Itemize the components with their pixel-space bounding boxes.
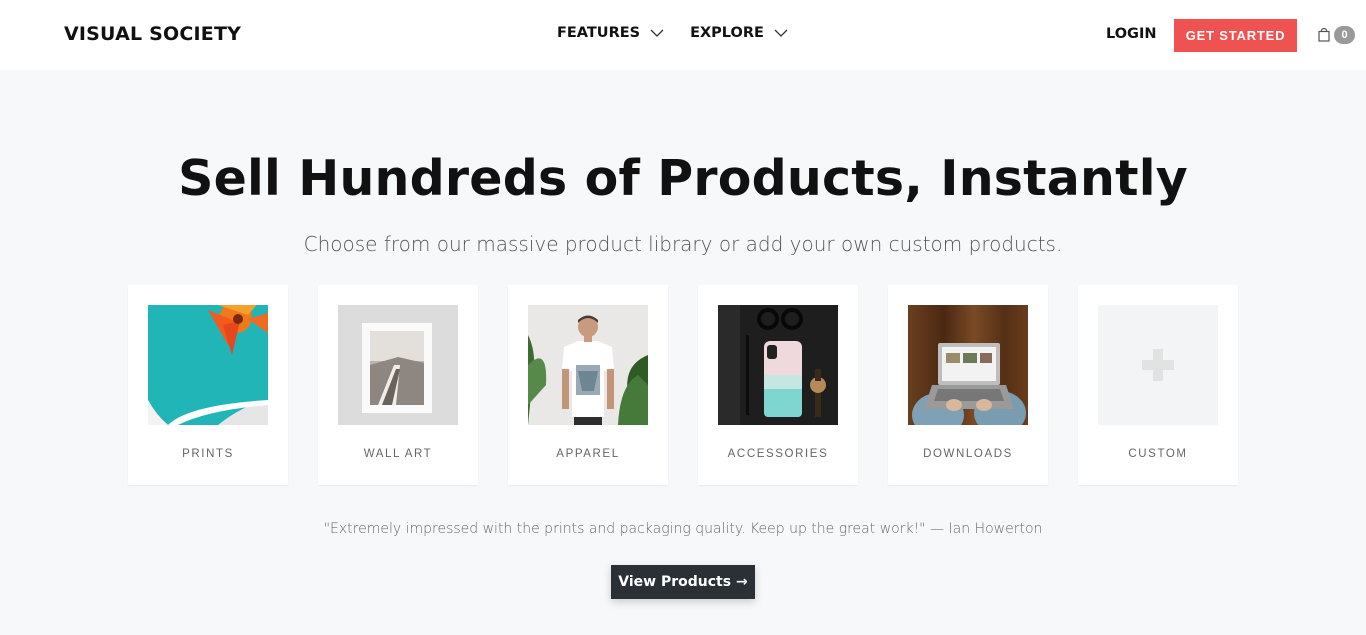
product-label: DOWNLOADS [923,448,1013,460]
chevron-down-icon [650,29,664,37]
login-link[interactable]: LOGIN [1106,26,1156,42]
wall-art-image [338,305,458,425]
product-card-wall-art[interactable]: WALL ART [318,285,478,485]
downloads-image [908,305,1028,425]
menu-features-label: FEATURES [557,25,641,41]
shopping-bag-icon [1318,28,1330,42]
product-label: PRINTS [182,448,234,460]
custom-placeholder [1098,305,1218,425]
menu-explore-label: EXPLORE [690,25,764,41]
hero-subtitle: Choose from our massive product library … [303,232,1063,256]
product-card-accessories[interactable]: ACCESSORIES [698,285,858,485]
view-products-button[interactable]: View Products → [611,565,755,599]
product-card-apparel[interactable]: APPAREL [508,285,668,485]
chevron-down-icon [774,29,788,37]
hero-title: Sell Hundreds of Products, Instantly [178,150,1188,207]
prints-image [148,305,268,425]
menu-features[interactable]: FEATURES [557,25,664,41]
product-card-prints[interactable]: PRINTS [128,285,288,485]
plus-icon [1142,349,1174,381]
brand-logo[interactable]: VISUAL SOCIETY [64,23,241,45]
apparel-image [528,305,648,425]
testimonial-quote: "Extremely impressed with the prints and… [323,521,1043,537]
cart-count-badge: 0 [1334,26,1355,44]
product-card-custom[interactable]: CUSTOM [1078,285,1238,485]
cart-button[interactable]: 0 [1318,26,1355,44]
get-started-button[interactable]: GET STARTED [1174,19,1297,52]
product-label: CUSTOM [1128,448,1188,460]
product-categories: PRINTS WALL ART APPAREL ACCESSORIES DOWN… [128,285,1238,485]
menu-explore[interactable]: EXPLORE [690,25,788,41]
main-menu: FEATURES EXPLORE [557,25,788,41]
product-label: WALL ART [363,448,433,460]
product-label: APPAREL [556,448,620,460]
product-label: ACCESSORIES [727,448,829,460]
top-navbar: VISUAL SOCIETY FEATURES EXPLORE LOGIN GE… [0,0,1366,70]
accessories-image [718,305,838,425]
product-card-downloads[interactable]: DOWNLOADS [888,285,1048,485]
